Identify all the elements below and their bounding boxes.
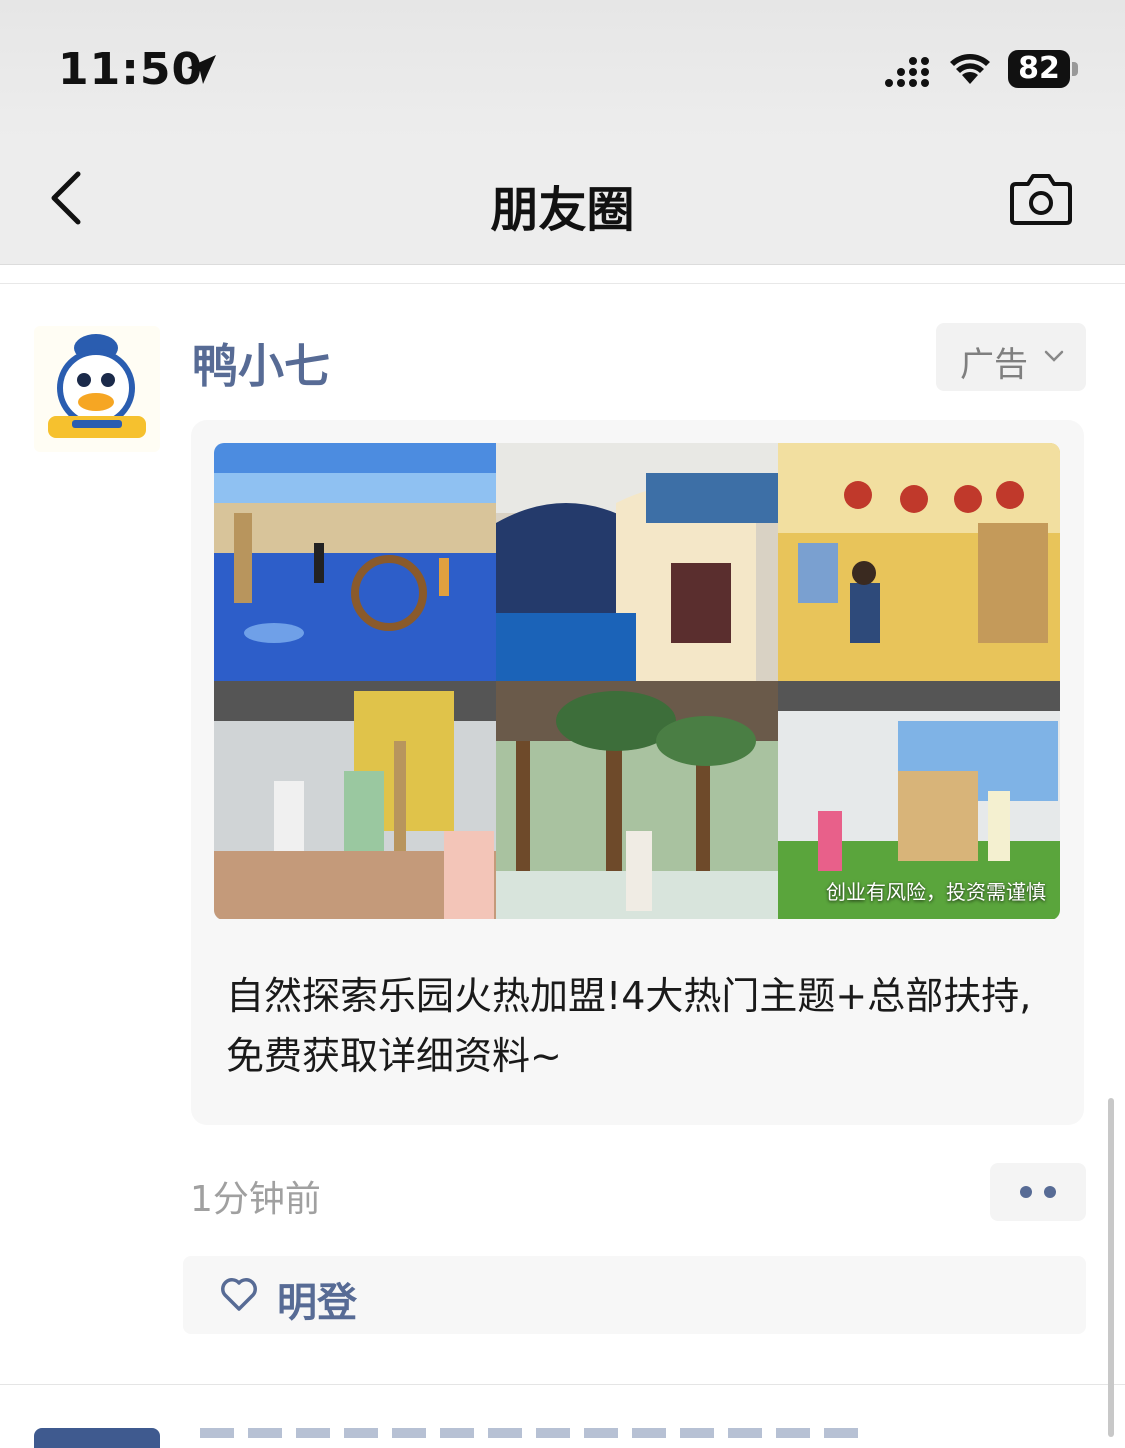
ad-text[interactable]: 自然探索乐园火热加盟!4大热门主题+总部扶持,免费获取详细资料~ — [226, 966, 1056, 1086]
liker-name[interactable]: 明登 — [277, 1270, 357, 1328]
ad-tag-label: 广告 — [960, 345, 1028, 385]
next-post-avatar[interactable] — [34, 1428, 160, 1448]
ad-image-4[interactable] — [214, 681, 496, 919]
camera-icon[interactable] — [1008, 172, 1074, 226]
ad-tag-button[interactable]: 广告 — [936, 323, 1086, 391]
likes-bar: 明登 — [183, 1256, 1086, 1334]
ad-image-disclaimer: 创业有风险，投资需谨慎 — [826, 880, 1046, 904]
avatar[interactable] — [34, 326, 160, 452]
battery-icon: 82 — [1008, 50, 1078, 88]
status-bar: 11:50 82 — [0, 0, 1125, 140]
more-dots-icon — [1044, 1186, 1056, 1198]
more-dots-icon — [1020, 1186, 1032, 1198]
ad-image-5[interactable] — [496, 681, 778, 919]
battery-level: 82 — [1008, 50, 1070, 88]
post-timestamp: 1分钟前 — [190, 1179, 321, 1220]
status-time: 11:50 — [58, 44, 204, 95]
ad-image-2[interactable] — [496, 443, 778, 681]
poster-name[interactable]: 鸭小七 — [192, 330, 330, 396]
ad-image-3[interactable] — [778, 443, 1060, 681]
ad-image-grid[interactable]: 创业有风险，投资需谨慎 — [214, 443, 1060, 920]
duck-logo-icon — [48, 334, 146, 438]
more-button[interactable] — [990, 1163, 1086, 1221]
chevron-down-icon — [1044, 350, 1064, 362]
heart-icon — [221, 1278, 257, 1311]
ad-image-6[interactable]: 创业有风险，投资需谨慎 — [778, 681, 1060, 919]
wifi-icon — [950, 54, 990, 84]
battery-tip — [1072, 62, 1078, 76]
location-arrow-icon — [187, 55, 216, 84]
ad-image-1[interactable] — [214, 443, 496, 681]
scrollbar[interactable] — [1108, 1098, 1114, 1437]
divider — [0, 283, 1125, 284]
page-title: 朋友圈 — [490, 182, 635, 238]
divider — [0, 1384, 1125, 1385]
cellular-signal-icon — [885, 57, 929, 87]
